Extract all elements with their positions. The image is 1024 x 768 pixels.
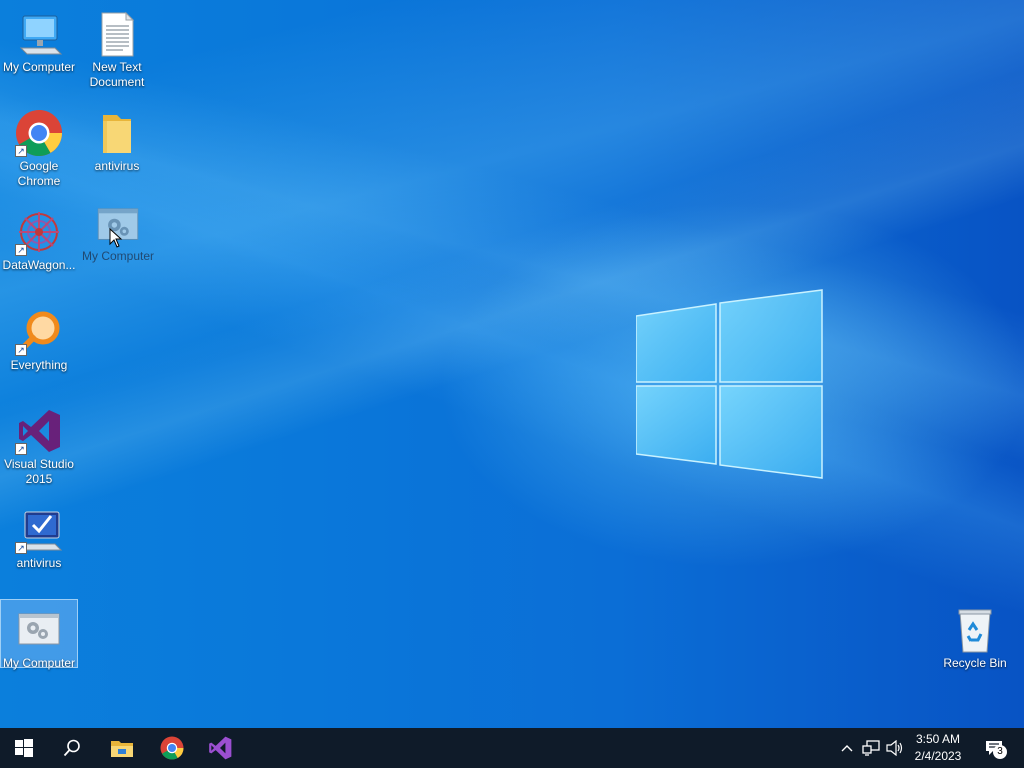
icon-label: My Computer <box>81 249 155 263</box>
windows-logo-wallpaper <box>636 289 823 479</box>
notification-count-badge: 3 <box>993 745 1007 759</box>
computer-icon <box>15 10 63 58</box>
chevron-up-icon <box>841 745 853 752</box>
desktop-icon-my-computer[interactable]: My Computer <box>1 4 77 75</box>
taskbar-google-chrome[interactable] <box>148 728 196 768</box>
taskbar: 3:50 AM 2/4/2023 3 <box>0 728 1024 768</box>
shortcut-arrow-icon: ↗ <box>15 344 27 356</box>
desktop-icon-antivirus-shortcut[interactable]: ↗ antivirus <box>1 500 77 571</box>
volume-button[interactable] <box>884 728 906 768</box>
clock-time: 3:50 AM <box>915 732 961 746</box>
icon-label: antivirus <box>16 556 62 570</box>
icon-label: Everything <box>10 358 68 372</box>
desktop-icon-visual-studio-2015[interactable]: ↗ Visual Studio 2015 <box>1 401 77 487</box>
icon-label: My Computer <box>2 60 76 74</box>
action-center-button[interactable]: 3 <box>980 728 1008 768</box>
chrome-icon: ↗ <box>15 109 63 157</box>
icon-label: DataWagon... <box>2 258 76 272</box>
desktop-icon-google-chrome[interactable]: ↗ Google Chrome <box>1 103 77 189</box>
desktop-icon-antivirus-folder[interactable]: antivirus <box>79 103 155 174</box>
shortcut-arrow-icon: ↗ <box>15 542 27 554</box>
desktop-icon-datawagon[interactable]: ↗ DataWagon... <box>1 202 77 273</box>
chrome-icon <box>160 736 184 760</box>
show-hidden-icons-button[interactable] <box>838 728 856 768</box>
desktop-icon-everything[interactable]: ↗ Everything <box>1 302 77 373</box>
antivirus-monitor-icon: ↗ <box>15 506 63 554</box>
network-status-button[interactable] <box>860 728 882 768</box>
taskbar-file-explorer[interactable] <box>98 728 146 768</box>
icon-label: Visual Studio 2015 <box>4 457 74 486</box>
datawagon-icon: ↗ <box>15 208 63 256</box>
visual-studio-icon: ↗ <box>15 407 63 455</box>
network-icon <box>862 740 880 756</box>
mouse-cursor-icon <box>109 228 123 248</box>
icon-label: antivirus <box>94 159 140 173</box>
speaker-icon <box>886 740 903 756</box>
shortcut-arrow-icon: ↗ <box>15 244 27 256</box>
desktop-icon-my-computer-selected[interactable]: My Computer <box>0 599 78 670</box>
text-document-icon <box>93 10 141 58</box>
file-explorer-icon <box>111 741 133 757</box>
search-icon <box>63 739 80 757</box>
icon-label: New Text Document <box>89 60 145 89</box>
start-button[interactable] <box>0 728 48 768</box>
visual-studio-icon <box>209 736 232 760</box>
start-icon <box>15 739 33 757</box>
clock[interactable]: 3:50 AM 2/4/2023 <box>906 731 970 765</box>
search-button[interactable] <box>48 728 96 768</box>
recycle-bin-icon <box>951 606 999 654</box>
clock-date: 2/4/2023 <box>914 749 962 763</box>
everything-search-icon: ↗ <box>15 308 63 356</box>
settings-window-icon <box>15 606 63 654</box>
desktop-icon-recycle-bin[interactable]: Recycle Bin <box>937 600 1013 671</box>
desktop-icon-new-text-document[interactable]: New Text Document <box>79 4 155 90</box>
taskbar-visual-studio[interactable] <box>196 728 244 768</box>
folder-icon <box>93 109 141 157</box>
icon-label: Recycle Bin <box>943 656 1007 670</box>
shortcut-arrow-icon: ↗ <box>15 145 27 157</box>
icon-label: Google Chrome <box>17 159 61 188</box>
icon-label: My Computer <box>2 656 76 670</box>
shortcut-arrow-icon: ↗ <box>15 443 27 455</box>
